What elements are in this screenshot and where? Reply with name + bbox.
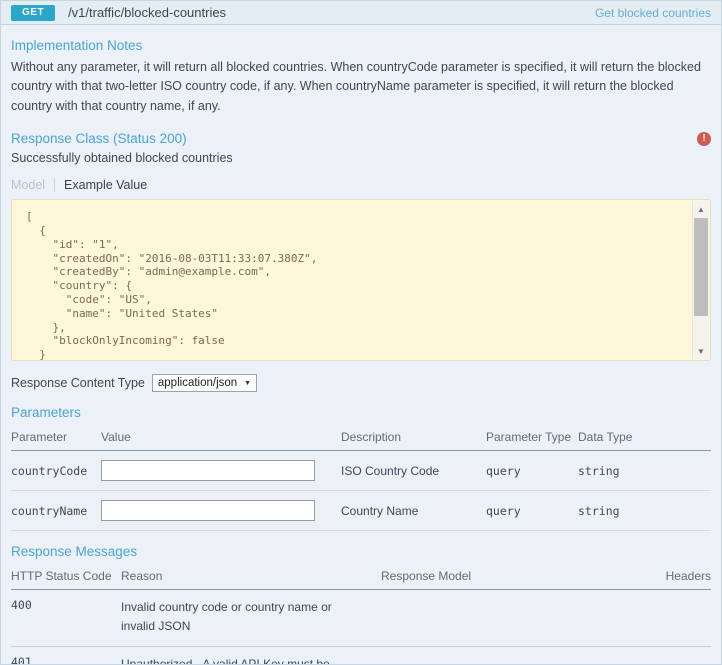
response-content-type-label: Response Content Type [11, 376, 145, 391]
status-reason: Unauthorized - A valid API Key must be p… [121, 657, 330, 665]
col-response-model: Response Model [381, 569, 472, 584]
col-data-type: Data Type [578, 430, 633, 445]
implementation-notes-title: Implementation Notes [11, 38, 143, 53]
param-name: countryName [11, 503, 88, 518]
parameters-table: Parameter Value Description Parameter Ty… [11, 425, 711, 532]
parameters-table-header: Parameter Value Description Parameter Ty… [11, 425, 711, 452]
response-class-title: Response Class (Status 200) [11, 131, 187, 147]
param-type: query [486, 503, 521, 518]
status-reason: Invalid country code or country name or … [121, 600, 332, 633]
parameter-row-countryCode: countryCode ISO Country Code query strin… [11, 451, 711, 492]
operation-summary-link[interactable]: Get blocked countries [595, 6, 711, 20]
response-messages-title: Response Messages [11, 544, 138, 560]
param-description: ISO Country Code [341, 463, 440, 478]
status-code: 400 [11, 598, 32, 613]
response-messages-header: HTTP Status Code Reason Response Model H… [11, 564, 711, 591]
response-model-cell [381, 598, 641, 635]
content-type-select[interactable]: application/json ▼ [151, 374, 258, 393]
scroll-up-arrow-icon[interactable]: ▲ [693, 201, 709, 217]
col-http-status-code: HTTP Status Code [11, 569, 112, 584]
content-type-selected-value: application/json [157, 377, 238, 390]
col-headers: Headers [665, 569, 711, 584]
param-name: countryCode [11, 463, 88, 478]
example-json-snippet: [ { "id": "1", "createdOn": "2016-08-03T… [26, 210, 318, 362]
response-content-type-row: Response Content Type application/json ▼ [11, 374, 711, 393]
countryCode-input[interactable] [101, 460, 315, 482]
error-exclamation-icon[interactable]: ! [697, 131, 711, 146]
parameters-title: Parameters [11, 405, 81, 421]
col-parameter: Parameter [11, 430, 68, 445]
dropdown-arrow-icon: ▼ [244, 379, 252, 387]
param-data-type: string [578, 463, 620, 478]
col-parameter-type: Parameter Type [486, 430, 572, 445]
operation-header[interactable]: GET /v1/traffic/blocked-countries Get bl… [1, 1, 721, 25]
response-messages-table: HTTP Status Code Reason Response Model H… [11, 564, 711, 665]
response-message-row-401: 401 Unauthorized - A valid API Key must … [11, 647, 711, 665]
response-model-cell [381, 655, 641, 664]
code-scrollbar[interactable]: ▲ ▼ [692, 201, 709, 360]
scrollbar-thumb[interactable] [694, 218, 708, 317]
parameter-row-countryName: countryName Country Name query string [11, 491, 711, 532]
api-operation-panel: GET /v1/traffic/blocked-countries Get bl… [0, 0, 722, 665]
http-method-badge[interactable]: GET [11, 4, 56, 21]
col-value: Value [101, 430, 131, 445]
example-value-box: [ { "id": "1", "createdOn": "2016-08-03T… [11, 199, 711, 362]
headers-cell [641, 598, 711, 635]
response-class-description: Successfully obtained blocked countries [11, 151, 233, 166]
col-reason: Reason [121, 569, 163, 584]
col-description: Description [341, 430, 402, 445]
endpoint-path[interactable]: /v1/traffic/blocked-countries [68, 5, 595, 20]
model-example-tabs: Model Example Value [11, 178, 711, 193]
tab-divider [54, 178, 56, 193]
tab-example-value[interactable]: Example Value [64, 178, 147, 192]
status-code: 401 [11, 655, 32, 665]
tab-model[interactable]: Model [11, 178, 45, 192]
param-type: query [486, 463, 521, 478]
param-description: Country Name [341, 503, 419, 518]
param-data-type: string [578, 503, 620, 518]
operation-body: Implementation Notes Without any paramet… [1, 38, 721, 665]
countryName-input[interactable] [101, 500, 315, 522]
implementation-notes-text: Without any parameter, it will return al… [11, 60, 701, 113]
headers-cell [641, 655, 711, 664]
scroll-down-arrow-icon[interactable]: ▼ [693, 343, 709, 359]
response-message-row-400: 400 Invalid country code or country name… [11, 590, 711, 648]
response-class-header: Response Class (Status 200) ! [11, 131, 711, 146]
